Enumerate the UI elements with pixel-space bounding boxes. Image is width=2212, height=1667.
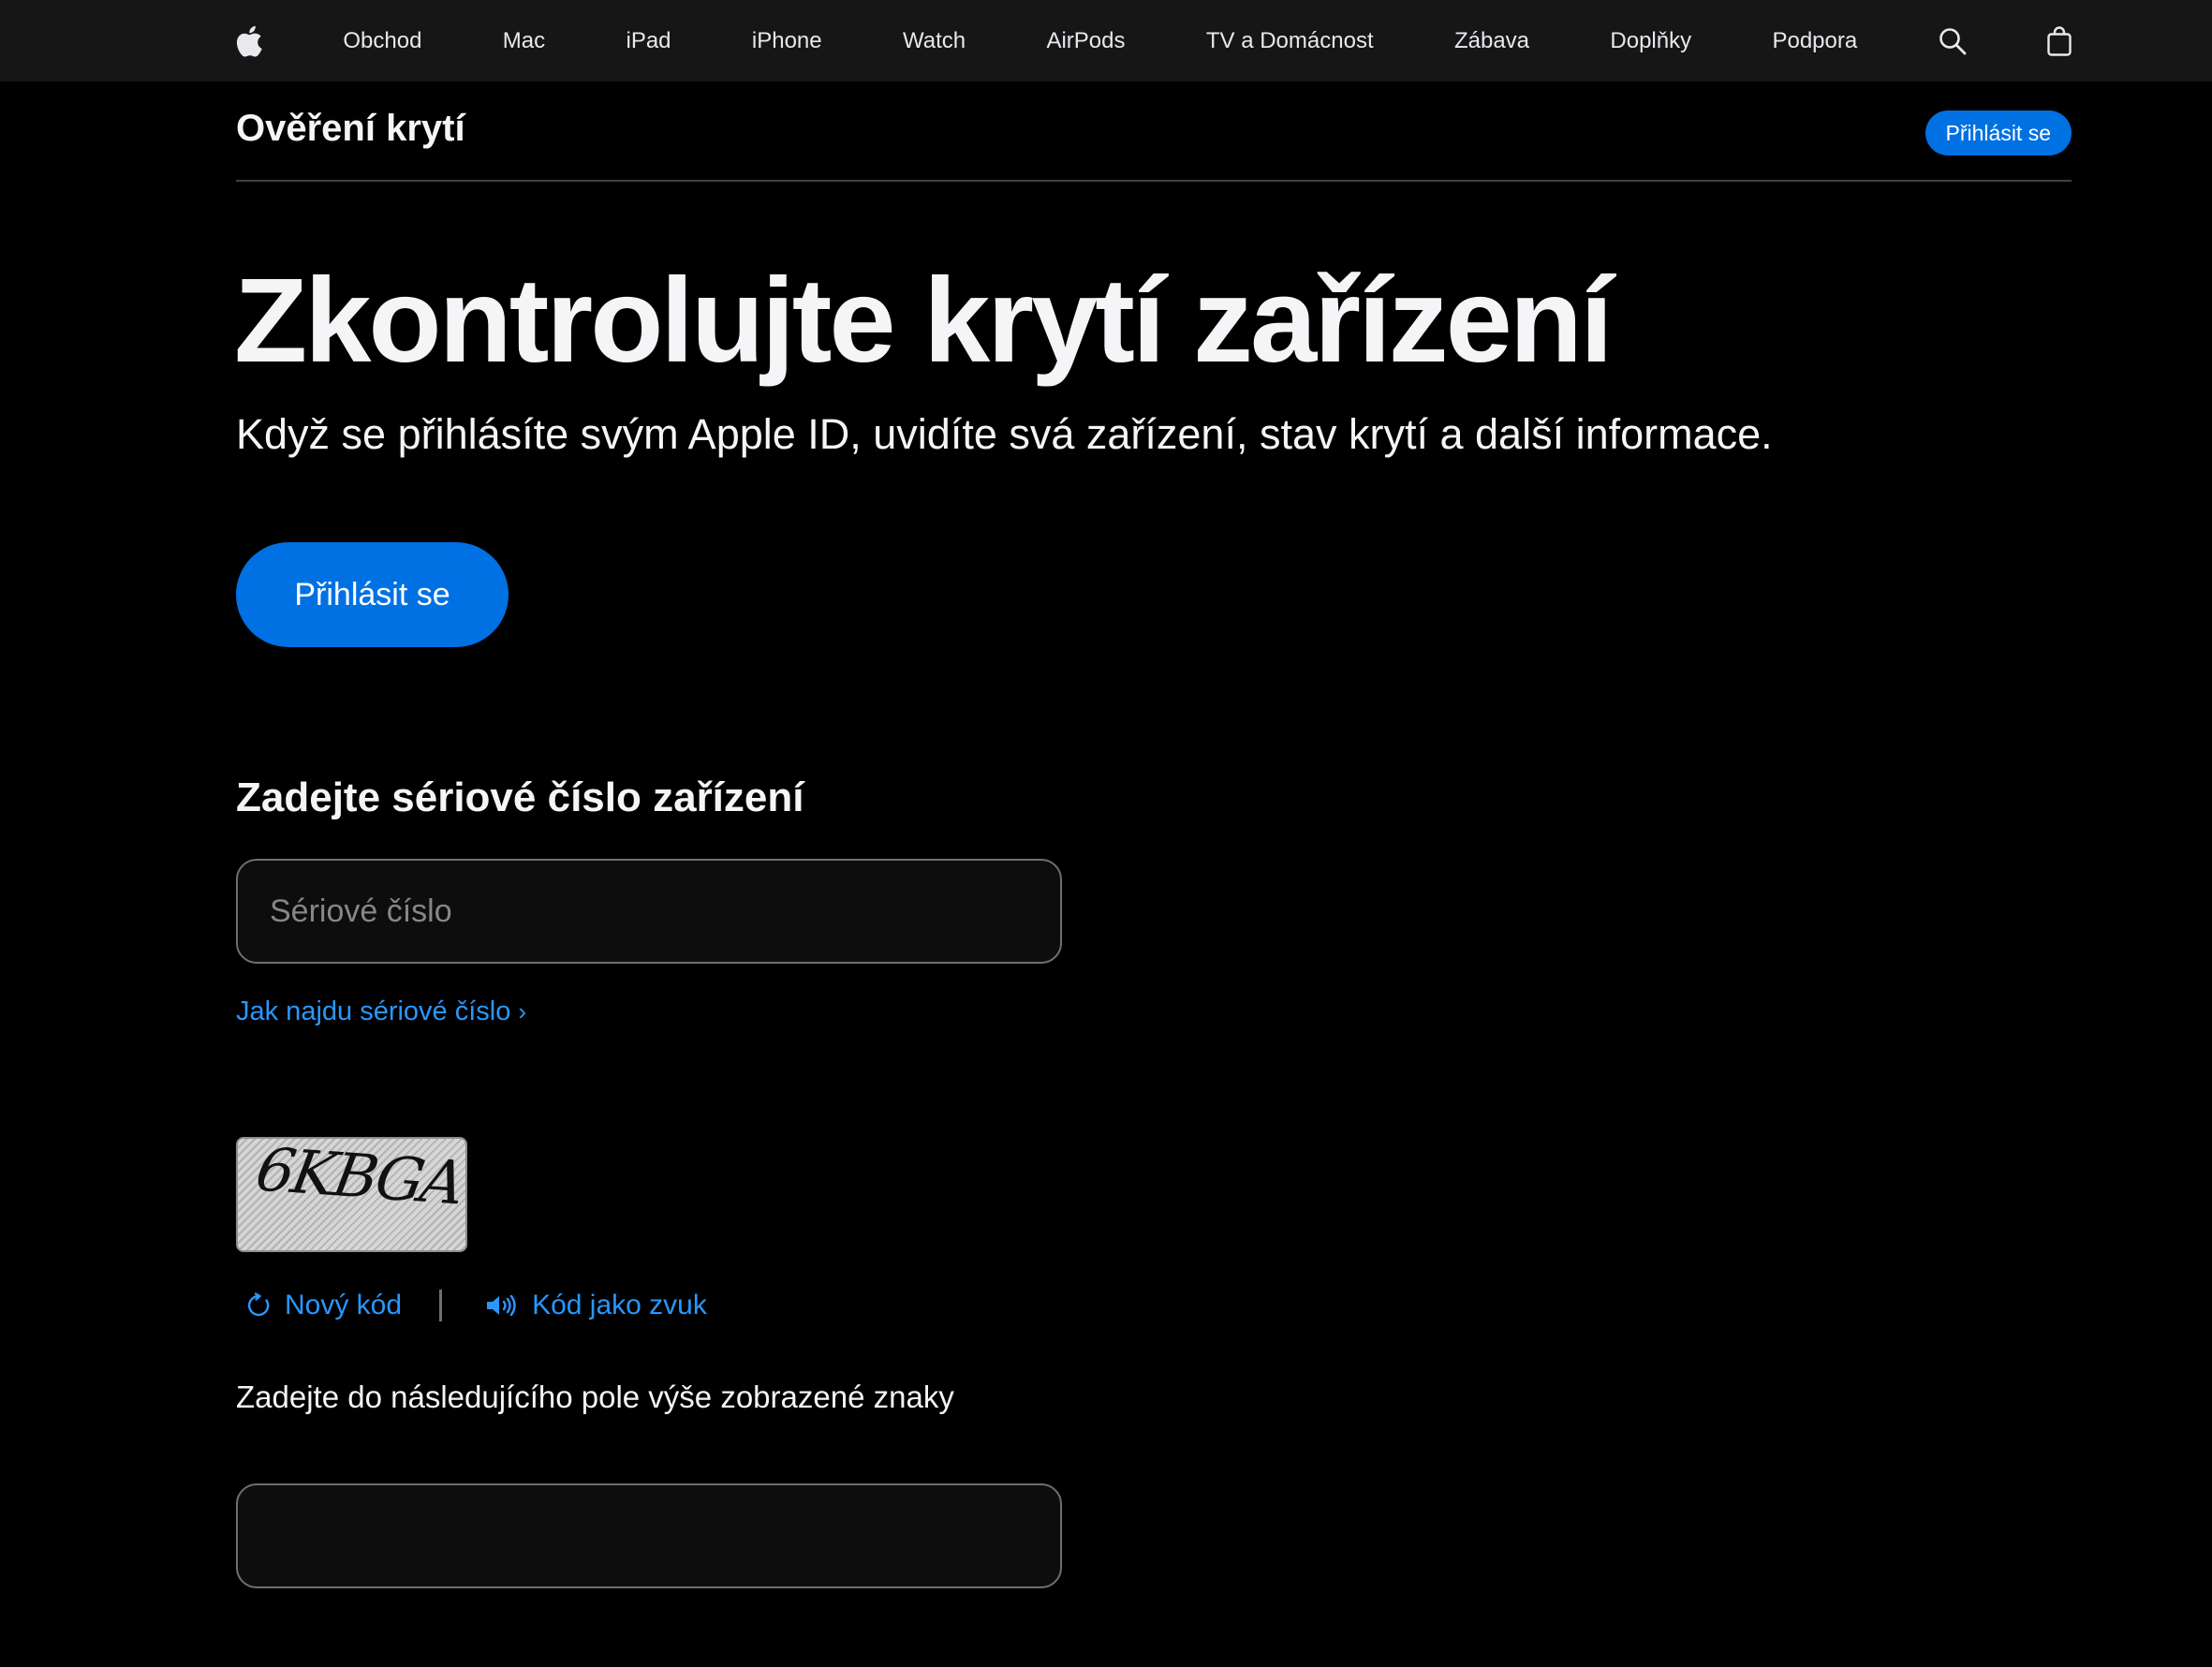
nav-item-obchod[interactable]: Obchod [343,28,421,54]
chevron-right-icon: › [518,997,527,1025]
find-serial-link[interactable]: Jak najdu sériové číslo › [236,996,526,1027]
nav-item-iphone[interactable]: iPhone [752,28,822,54]
captcha-actions: Nový kód Kód jako zvuk [245,1283,707,1328]
captcha-instruction: Zadejte do následujícího pole výše zobra… [236,1379,954,1414]
signin-button[interactable]: Přihlásit se [236,542,509,647]
divider [439,1290,443,1321]
refresh-icon [247,1292,270,1317]
nav-item-ipad[interactable]: iPad [626,28,671,54]
captcha-image-text: 6KBGA [250,1137,467,1219]
apple-logo-icon[interactable] [236,0,262,81]
subnav-title[interactable]: Ověření krytí [236,108,465,150]
bag-icon[interactable] [2047,0,2072,81]
page-subtitle: Když se přihlásíte svým Apple ID, uvidít… [236,410,1773,458]
nav-item-support[interactable]: Podpora [1772,28,1857,54]
speaker-icon [487,1294,516,1317]
serial-number-input[interactable] [236,859,1062,964]
serial-heading: Zadejte sériové číslo zařízení [236,774,804,820]
subnav-signin-button[interactable]: Přihlásit se [1924,111,2072,155]
nav-item-airpods[interactable]: AirPods [1046,28,1125,54]
search-icon[interactable] [1939,0,1967,81]
nav-item-tv-home[interactable]: TV a Domácnost [1206,28,1374,54]
page-title: Zkontrolujte krytí zařízení [234,254,1613,388]
audio-code-label: Kód jako zvuk [532,1290,707,1320]
captcha-input[interactable] [236,1483,1062,1588]
global-nav: Obchod Mac iPad iPhone Watch AirPods TV … [0,0,2212,81]
nav-item-watch[interactable]: Watch [903,28,966,54]
new-code-label: Nový kód [285,1290,403,1320]
find-serial-link-label: Jak najdu sériové číslo [236,996,511,1026]
nav-item-entertainment[interactable]: Zábava [1454,28,1529,54]
captcha-image: 6KBGA [236,1137,467,1252]
nav-item-mac[interactable]: Mac [503,28,545,54]
audio-code-button[interactable]: Kód jako zvuk [485,1290,707,1321]
sub-nav: Ověření krytí Přihlásit se [236,81,2072,182]
global-nav-inner: Obchod Mac iPad iPhone Watch AirPods TV … [236,0,2072,81]
nav-item-accessories[interactable]: Doplňky [1610,28,1691,54]
new-code-button[interactable]: Nový kód [245,1290,402,1321]
